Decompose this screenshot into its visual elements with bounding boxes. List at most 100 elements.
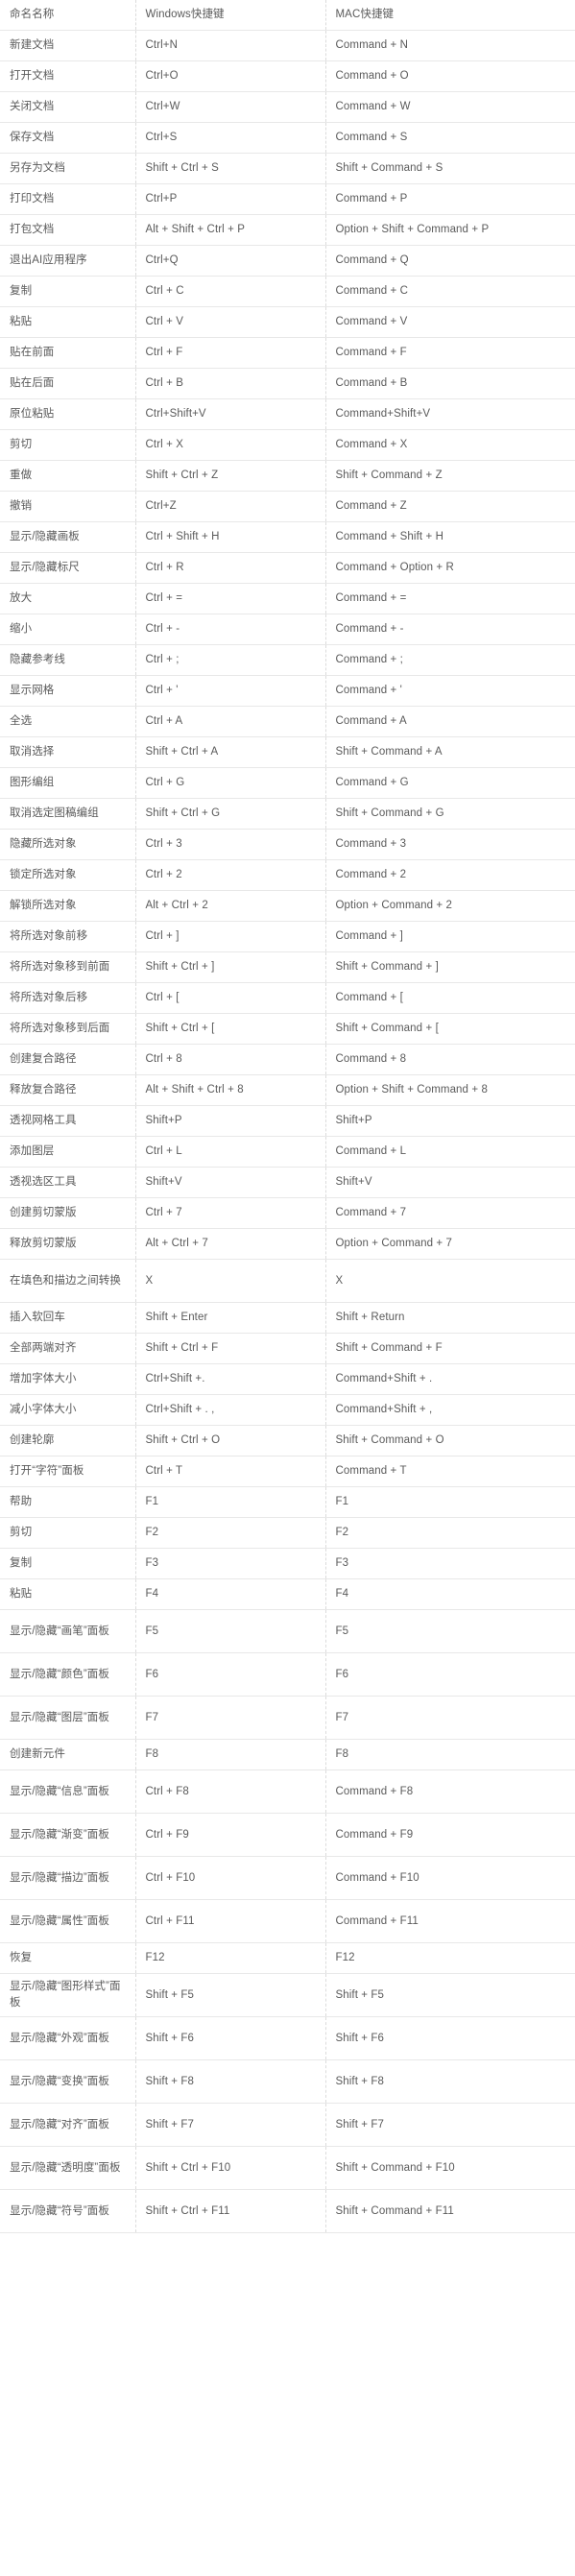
cell-windows-shortcut: Ctrl + 7	[135, 1197, 326, 1229]
table-row: 取消选择 Shift + Ctrl + A Shift + Command + A	[0, 736, 575, 768]
table-row: 锁定所选对象 Ctrl + 2 Command + 2	[0, 859, 575, 891]
cell-windows-shortcut: Ctrl + F9	[135, 1813, 326, 1857]
cell-command-name: 插入软回车	[0, 1302, 136, 1334]
table-row: 帮助 F1 F1	[0, 1486, 575, 1518]
cell-mac-shortcut: Command + P	[325, 183, 575, 215]
table-row: 将所选对象后移 Ctrl + [Command + [	[0, 982, 575, 1014]
cell-windows-shortcut: Shift + Ctrl + A	[135, 736, 326, 768]
cell-command-name: 复制	[0, 1548, 136, 1579]
cell-command-name: 显示网格	[0, 675, 136, 707]
cell-windows-shortcut: Ctrl + =	[135, 583, 326, 614]
cell-windows-shortcut: Shift + Ctrl + F11	[135, 2189, 326, 2233]
table-row: 剪切 F2 F2	[0, 1517, 575, 1549]
cell-mac-shortcut: Command + -	[325, 614, 575, 645]
table-row: 透视网格工具 Shift+P Shift+P	[0, 1105, 575, 1137]
table-row: 粘贴 F4 F4	[0, 1578, 575, 1610]
table-body: 新建文档 Ctrl+N Command + N 打开文档 Ctrl+O Command +…	[0, 30, 575, 2233]
cell-windows-shortcut: Ctrl + G	[135, 767, 326, 799]
cell-mac-shortcut: Command + 2	[325, 859, 575, 891]
cell-mac-shortcut: Shift + F5	[325, 1973, 575, 2017]
cell-windows-shortcut: Ctrl + F11	[135, 1899, 326, 1943]
cell-windows-shortcut: Ctrl + 8	[135, 1044, 326, 1075]
table-row: 显示/隐藏“图层”面板 F7 F7	[0, 1696, 575, 1740]
column-header-mac: MAC快捷键	[325, 0, 575, 31]
cell-mac-shortcut: Shift + Command + Z	[325, 460, 575, 492]
table-row: 显示/隐藏“符号”面板 Shift + Ctrl + F11 Shift + Com…	[0, 2189, 575, 2233]
cell-mac-shortcut: Command + N	[325, 30, 575, 61]
cell-windows-shortcut: Ctrl+N	[135, 30, 326, 61]
table-row: 全选 Ctrl + A Command + A	[0, 706, 575, 737]
table-row: 显示网格 Ctrl + ' Command + '	[0, 675, 575, 707]
cell-windows-shortcut: Ctrl + C	[135, 276, 326, 307]
cell-windows-shortcut: Shift + Ctrl + [	[135, 1013, 326, 1045]
cell-windows-shortcut: F4	[135, 1578, 326, 1610]
cell-windows-shortcut: Shift + Ctrl + F10	[135, 2146, 326, 2190]
cell-command-name: 隐藏所选对象	[0, 829, 136, 860]
cell-mac-shortcut: F6	[325, 1652, 575, 1697]
table-row: 关闭文档 Ctrl+W Command + W	[0, 91, 575, 123]
table-header-row: 命名名称 Windows快捷键 MAC快捷键	[0, 0, 575, 31]
cell-mac-shortcut: Shift + F8	[325, 2059, 575, 2104]
table-row: 打包文档 Alt + Shift + Ctrl + P Option + Shift…	[0, 214, 575, 246]
cell-command-name: 取消选定图稿编组	[0, 798, 136, 830]
cell-windows-shortcut: Ctrl+S	[135, 122, 326, 154]
table-row: 释放剪切蒙版 Alt + Ctrl + 7 Option + Command + 7	[0, 1228, 575, 1260]
cell-command-name: 显示/隐藏标尺	[0, 552, 136, 584]
cell-windows-shortcut: Shift+P	[135, 1105, 326, 1137]
table-header: 命名名称 Windows快捷键 MAC快捷键	[0, 0, 575, 31]
cell-mac-shortcut: Shift + F6	[325, 2016, 575, 2060]
table-row: 复制 F3 F3	[0, 1548, 575, 1579]
cell-command-name: 剪切	[0, 429, 136, 461]
shortcuts-table: 命名名称 Windows快捷键 MAC快捷键 新建文档 Ctrl+N Command…	[0, 0, 575, 2233]
cell-command-name: 显示/隐藏“图层”面板	[0, 1696, 136, 1740]
cell-mac-shortcut: Command + 7	[325, 1197, 575, 1229]
cell-mac-shortcut: Command + F	[325, 337, 575, 369]
table-row: 打开文档 Ctrl+O Command + O	[0, 60, 575, 92]
cell-command-name: 创建复合路径	[0, 1044, 136, 1075]
cell-command-name: 添加图层	[0, 1136, 136, 1168]
cell-mac-shortcut: Command + Shift + H	[325, 521, 575, 553]
cell-command-name: 显示/隐藏“属性”面板	[0, 1899, 136, 1943]
cell-windows-shortcut: Ctrl+Shift+V	[135, 398, 326, 430]
cell-windows-shortcut: Shift + F7	[135, 2103, 326, 2147]
cell-command-name: 原位粘贴	[0, 398, 136, 430]
cell-command-name: 透视网格工具	[0, 1105, 136, 1137]
cell-windows-shortcut: Shift + Ctrl + G	[135, 798, 326, 830]
cell-command-name: 显示/隐藏“画笔”面板	[0, 1609, 136, 1653]
cell-windows-shortcut: Ctrl+Shift + . ,	[135, 1394, 326, 1426]
cell-command-name: 显示/隐藏“渐变”面板	[0, 1813, 136, 1857]
cell-command-name: 将所选对象后移	[0, 982, 136, 1014]
cell-mac-shortcut: Shift + Command + F	[325, 1333, 575, 1364]
cell-command-name: 显示/隐藏“描边”面板	[0, 1856, 136, 1900]
cell-windows-shortcut: F6	[135, 1652, 326, 1697]
cell-mac-shortcut: Command + B	[325, 368, 575, 399]
cell-mac-shortcut: Command + Q	[325, 245, 575, 277]
cell-mac-shortcut: Shift + Command + [	[325, 1013, 575, 1045]
cell-command-name: 贴在前面	[0, 337, 136, 369]
cell-windows-shortcut: Shift + Ctrl + ]	[135, 951, 326, 983]
table-row: 新建文档 Ctrl+N Command + N	[0, 30, 575, 61]
cell-command-name: 显示/隐藏“外观”面板	[0, 2016, 136, 2060]
table-row: 缩小 Ctrl + - Command + -	[0, 614, 575, 645]
table-row: 创建复合路径 Ctrl + 8 Command + 8	[0, 1044, 575, 1075]
cell-command-name: 打开“字符”面板	[0, 1456, 136, 1487]
cell-mac-shortcut: Shift + Command + F10	[325, 2146, 575, 2190]
cell-command-name: 保存文档	[0, 122, 136, 154]
cell-mac-shortcut: Option + Command + 2	[325, 890, 575, 922]
cell-windows-shortcut: Shift + Ctrl + O	[135, 1425, 326, 1457]
table-row: 打开“字符”面板 Ctrl + T Command + T	[0, 1456, 575, 1487]
cell-mac-shortcut: Command + 3	[325, 829, 575, 860]
cell-command-name: 显示/隐藏“信息”面板	[0, 1769, 136, 1814]
cell-mac-shortcut: Shift + F7	[325, 2103, 575, 2147]
table-row: 另存为文档 Shift + Ctrl + S Shift + Command + S	[0, 153, 575, 184]
table-row: 隐藏所选对象 Ctrl + 3 Command + 3	[0, 829, 575, 860]
cell-windows-shortcut: Shift + Ctrl + Z	[135, 460, 326, 492]
cell-windows-shortcut: Ctrl + V	[135, 306, 326, 338]
table-row: 原位粘贴 Ctrl+Shift+V Command+Shift+V	[0, 398, 575, 430]
cell-mac-shortcut: Shift+V	[325, 1167, 575, 1198]
table-row: 将所选对象前移 Ctrl + ] Command + ]	[0, 921, 575, 952]
table-row: 释放复合路径 Alt + Shift + Ctrl + 8 Option + Shi…	[0, 1074, 575, 1106]
cell-mac-shortcut: Command + A	[325, 706, 575, 737]
cell-windows-shortcut: Shift + Enter	[135, 1302, 326, 1334]
cell-mac-shortcut: F4	[325, 1578, 575, 1610]
